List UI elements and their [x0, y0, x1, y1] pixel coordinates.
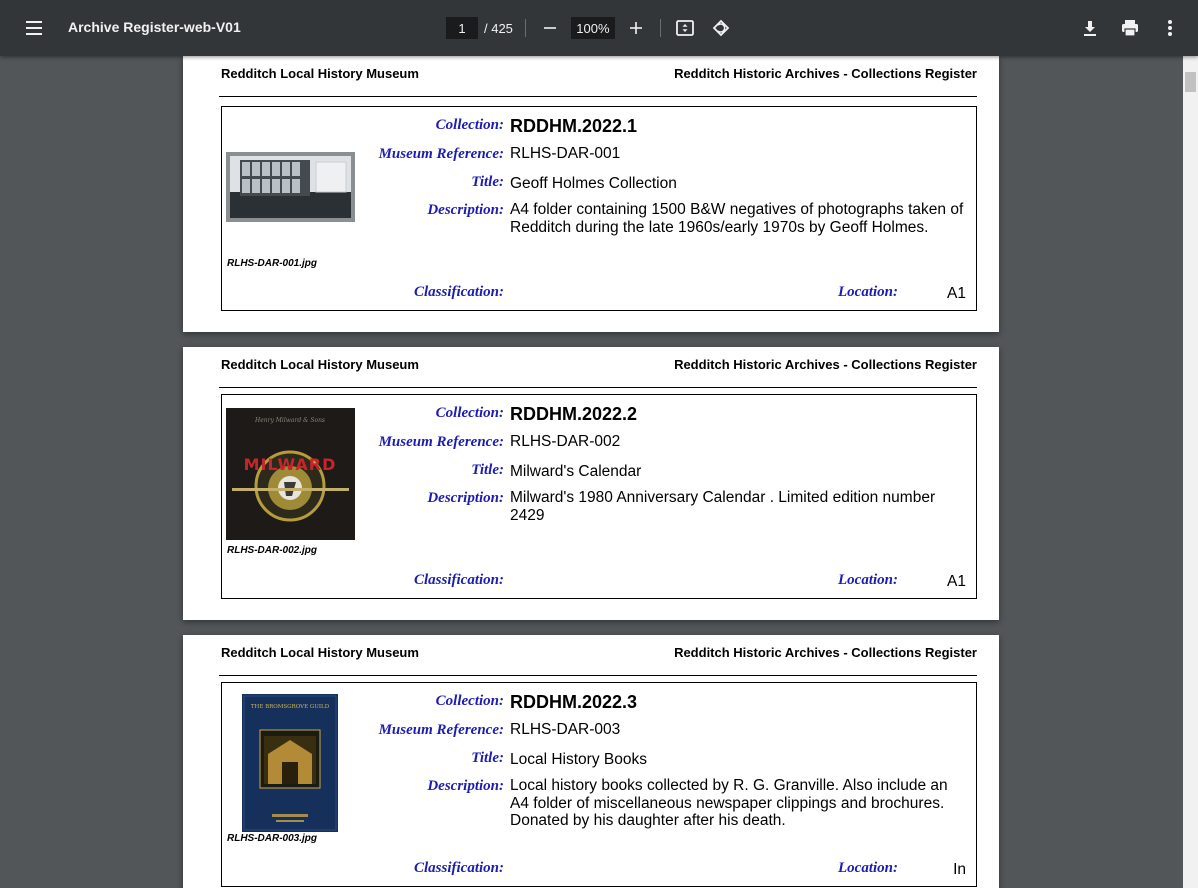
location-value: A1 [947, 573, 966, 590]
zoom-in-icon[interactable] [624, 16, 648, 40]
title-value: Milward's Calendar [510, 463, 642, 480]
description-value: Local history books collected by R. G. G… [510, 777, 948, 829]
title-label: Title: [471, 750, 504, 766]
museum-reference-label: Museum Reference: [378, 146, 504, 162]
museum-reference-value: RLHS-DAR-003 [510, 721, 621, 738]
page-number-input[interactable] [446, 17, 478, 39]
header-divider [219, 675, 977, 676]
header-divider [219, 387, 977, 388]
zoom-out-icon[interactable] [538, 16, 562, 40]
register-name: Redditch Historic Archives - Collections… [674, 66, 977, 81]
title-label: Title: [471, 174, 504, 190]
scrollbar-thumb[interactable] [1185, 72, 1196, 92]
page-controls: / 425 [446, 17, 733, 39]
image-filename: RLHS-DAR-002.jpg [227, 545, 318, 556]
classification-label: Classification: [413, 284, 504, 300]
download-icon[interactable] [1078, 16, 1102, 40]
image-filename: RLHS-DAR-001.jpg [227, 258, 318, 269]
description-label: Description: [427, 202, 504, 218]
museum-name: Redditch Local History Museum [221, 645, 419, 660]
title-value: Local History Books [510, 751, 647, 768]
collection-value: RDDHM.2022.2 [510, 404, 638, 424]
record-box: Henry Milward & Sons MILWARD RLHS-DAR-00… [221, 394, 977, 599]
classification-label: Classification: [413, 860, 504, 876]
page-header: Redditch Local History Museum Redditch H… [221, 357, 977, 377]
collection-value: RDDHM.2022.1 [510, 116, 638, 136]
document-title: Archive Register-web-V01 [68, 19, 241, 35]
collection-label: Collection: [435, 693, 504, 709]
page-header: Redditch Local History Museum Redditch H… [221, 66, 977, 86]
title-value: Geoff Holmes Collection [510, 175, 677, 192]
location-value: In [953, 861, 966, 878]
location-label: Location: [838, 860, 898, 876]
register-name: Redditch Historic Archives - Collections… [674, 645, 977, 660]
rotate-icon[interactable] [709, 16, 733, 40]
toolbar-divider [524, 19, 526, 37]
more-options-icon[interactable] [1158, 16, 1182, 40]
fit-to-page-icon[interactable] [673, 16, 697, 40]
page-total: / 425 [484, 20, 513, 36]
museum-reference-value: RLHS-DAR-002 [510, 433, 621, 450]
record-box: RLHS-DAR-001.jpg Collection: RDDHM.2022.… [221, 106, 977, 311]
description-value: Milward's 1980 Anniversary Calendar . Li… [510, 489, 936, 524]
image-filename: RLHS-DAR-003.jpg [227, 833, 318, 844]
description-label: Description: [427, 778, 504, 794]
collection-value: RDDHM.2022.3 [510, 692, 638, 712]
museum-reference-value: RLHS-DAR-001 [510, 145, 621, 162]
location-value: A1 [947, 285, 966, 302]
header-divider [219, 96, 977, 97]
location-label: Location: [838, 572, 898, 588]
museum-reference-label: Museum Reference: [378, 722, 504, 738]
toolbar-divider [659, 19, 661, 37]
description-value: A4 folder containing 1500 B&W negatives … [510, 201, 964, 236]
vertical-scrollbar[interactable] [1183, 56, 1198, 888]
collection-label: Collection: [435, 117, 504, 133]
pdf-page: Redditch Local History Museum Redditch H… [183, 56, 999, 332]
pdf-page: Redditch Local History Museum Redditch H… [183, 347, 999, 620]
title-label: Title: [471, 462, 504, 478]
toolbar-actions [1078, 16, 1182, 40]
print-icon[interactable] [1118, 16, 1142, 40]
register-name: Redditch Historic Archives - Collections… [674, 357, 977, 372]
menu-icon[interactable] [20, 16, 48, 40]
pdf-page: Redditch Local History Museum Redditch H… [183, 635, 999, 888]
pdf-toolbar: Archive Register-web-V01 / 425 [0, 0, 1198, 56]
record-box: THE BROMSGROVE GUILD RLHS-DAR-003.jpg Co… [221, 682, 977, 887]
classification-label: Classification: [413, 572, 504, 588]
description-label: Description: [427, 490, 504, 506]
museum-name: Redditch Local History Museum [221, 357, 419, 372]
museum-reference-label: Museum Reference: [378, 434, 504, 450]
zoom-level-input[interactable] [570, 17, 615, 39]
collection-label: Collection: [435, 405, 504, 421]
page-header: Redditch Local History Museum Redditch H… [221, 645, 977, 665]
museum-name: Redditch Local History Museum [221, 66, 419, 81]
location-label: Location: [838, 284, 898, 300]
